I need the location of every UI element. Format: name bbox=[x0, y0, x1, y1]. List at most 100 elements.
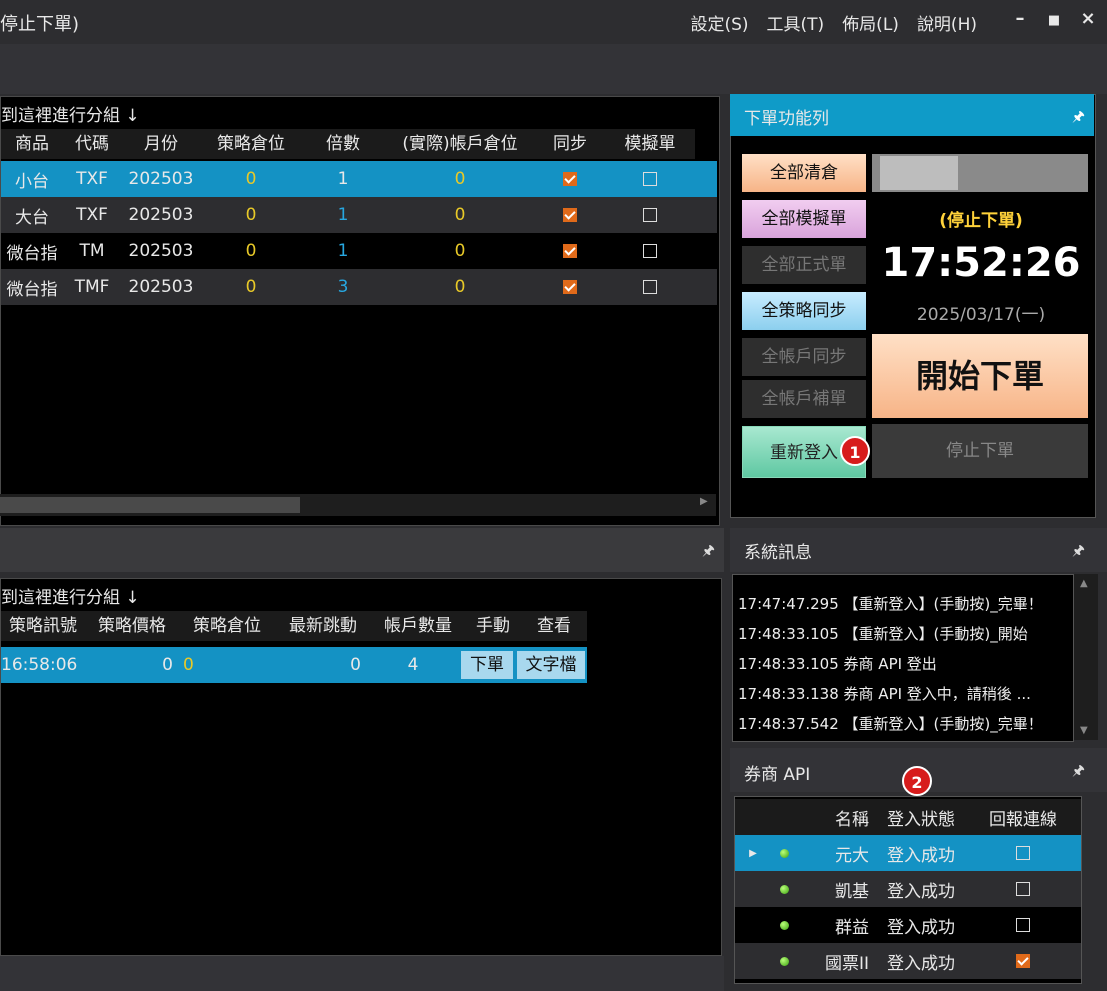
cell-product: 大台 bbox=[15, 207, 49, 228]
col-sync[interactable]: 同步 bbox=[535, 129, 605, 159]
col-name[interactable]: 名稱 bbox=[797, 805, 869, 830]
annotation-badge-1: 1 bbox=[840, 436, 870, 466]
broker-api-header-row: 名稱 登入狀態 回報連線 bbox=[735, 799, 1081, 835]
cell-report-connection bbox=[973, 879, 1073, 899]
menu-tools[interactable]: 工具(T) bbox=[767, 10, 825, 35]
report-connection-checkbox[interactable] bbox=[1016, 954, 1030, 968]
green-dot-icon bbox=[779, 957, 789, 966]
pin-icon[interactable]: 🖈 bbox=[702, 540, 715, 564]
scrollbar-thumb[interactable] bbox=[0, 497, 300, 513]
vertical-scrollbar[interactable]: ▲ ▼ bbox=[1074, 574, 1098, 740]
start-order-button[interactable]: 開始下單 bbox=[872, 334, 1088, 418]
col-position[interactable]: 策略倉位 bbox=[179, 611, 275, 641]
cell-account-position: 0 bbox=[454, 169, 466, 189]
simulation-checkbox[interactable] bbox=[643, 280, 657, 294]
cell-login-status: 登入成功 bbox=[887, 845, 955, 866]
cell-sync bbox=[535, 169, 605, 189]
minimize-icon[interactable]: – bbox=[1008, 8, 1032, 32]
cell-sync bbox=[535, 205, 605, 225]
sync-checkbox[interactable] bbox=[563, 280, 577, 294]
report-connection-checkbox[interactable] bbox=[1016, 882, 1030, 896]
cell-multiplier: 1 bbox=[337, 169, 349, 189]
order-status: (停止下單) bbox=[939, 211, 1023, 231]
col-manual[interactable]: 手動 bbox=[465, 611, 521, 641]
all-account-sync-button[interactable]: 全帳戶同步 bbox=[742, 338, 866, 376]
scroll-up-icon[interactable]: ▲ bbox=[1080, 578, 1088, 589]
col-simulation[interactable]: 模擬單 bbox=[605, 129, 695, 159]
menu-layout[interactable]: 佈局(L) bbox=[842, 10, 899, 35]
report-connection-checkbox[interactable] bbox=[1016, 918, 1030, 932]
col-account-qty[interactable]: 帳戶數量 bbox=[371, 611, 465, 641]
blurred-account-value bbox=[880, 156, 958, 190]
table-row[interactable]: 微台指 TM 202503 0 1 0 bbox=[1, 233, 717, 269]
col-month[interactable]: 月份 bbox=[121, 129, 201, 159]
all-strategy-sync-button[interactable]: 全策略同步 bbox=[742, 292, 866, 330]
log-line: 17:48:33.138 券商 API 登入中，請稍後 ... bbox=[738, 685, 1031, 703]
clock: 17:52:26 bbox=[881, 240, 1081, 286]
scroll-right-icon[interactable]: ▶ bbox=[700, 496, 708, 507]
table-row[interactable]: 國票II 登入成功 bbox=[735, 943, 1081, 979]
all-real-order-button[interactable]: 全部正式單 bbox=[742, 246, 866, 284]
system-messages-title: 系統訊息 bbox=[744, 543, 812, 563]
pin-icon[interactable]: 🖈 bbox=[1072, 540, 1085, 564]
broker-api-title: 券商 API bbox=[744, 765, 811, 785]
col-signal[interactable]: 策略訊號 bbox=[1, 611, 85, 641]
cell-account-position: 0 bbox=[454, 241, 466, 261]
table-row[interactable]: 小台 TXF 202503 0 1 0 bbox=[1, 161, 717, 197]
text-file-button[interactable]: 文字檔 bbox=[517, 651, 585, 679]
row-pointer-icon[interactable]: ▶ bbox=[735, 848, 771, 859]
menu-help[interactable]: 說明(H) bbox=[917, 10, 977, 35]
col-view[interactable]: 查看 bbox=[521, 611, 587, 641]
cell-sync bbox=[535, 277, 605, 297]
pin-icon[interactable]: 🖈 bbox=[1072, 760, 1085, 784]
table-row[interactable]: 16:58:06 0 0 0 4 下單 文字檔 bbox=[1, 647, 587, 683]
simulation-checkbox[interactable] bbox=[643, 244, 657, 258]
col-account-position[interactable]: (實際)帳戶倉位 bbox=[385, 129, 535, 159]
close-icon[interactable]: × bbox=[1076, 8, 1100, 32]
col-multiplier[interactable]: 倍數 bbox=[301, 129, 385, 159]
col-price[interactable]: 策略價格 bbox=[85, 611, 179, 641]
sync-checkbox[interactable] bbox=[563, 244, 577, 258]
stop-order-button[interactable]: 停止下單 bbox=[872, 424, 1088, 478]
col-report-connection[interactable]: 回報連線 bbox=[973, 805, 1073, 830]
sync-checkbox[interactable] bbox=[563, 208, 577, 222]
col-latest-tick[interactable]: 最新跳動 bbox=[275, 611, 371, 641]
close-all-button[interactable]: 全部清倉 bbox=[742, 154, 866, 192]
table-row[interactable]: 大台 TXF 202503 0 1 0 bbox=[1, 197, 717, 233]
simulation-checkbox[interactable] bbox=[643, 172, 657, 186]
system-messages-header: 系統訊息 🖈 bbox=[730, 528, 1107, 572]
signal-grid: 到這裡進行分組 ↓ 策略訊號 策略價格 策略倉位 最新跳動 帳戶數量 手動 查看… bbox=[0, 578, 722, 956]
cell-code: TMF bbox=[74, 277, 110, 297]
cell-multiplier: 1 bbox=[337, 241, 349, 261]
green-dot-icon bbox=[779, 885, 789, 894]
table-row[interactable]: 群益 登入成功 bbox=[735, 907, 1081, 943]
cell-broker-name: 群益 bbox=[835, 917, 869, 938]
scroll-down-icon[interactable]: ▼ bbox=[1080, 725, 1088, 736]
all-simulation-button[interactable]: 全部模擬單 bbox=[742, 200, 866, 238]
col-code[interactable]: 代碼 bbox=[63, 129, 121, 159]
report-connection-checkbox[interactable] bbox=[1016, 846, 1030, 860]
cell-simulation bbox=[605, 205, 695, 225]
table-row[interactable]: 微台指 TMF 202503 0 3 0 bbox=[1, 269, 717, 305]
simulation-checkbox[interactable] bbox=[643, 208, 657, 222]
status-cell bbox=[771, 915, 797, 935]
status-cell bbox=[771, 951, 797, 971]
group-by-hint: 到這裡進行分組 ↓ bbox=[1, 588, 140, 608]
menu-bar: 設定(S) 工具(T) 佈局(L) 說明(H) bbox=[690, 10, 977, 35]
col-product[interactable]: 商品 bbox=[1, 129, 63, 159]
place-order-button[interactable]: 下單 bbox=[461, 651, 513, 679]
col-strategy-position[interactable]: 策略倉位 bbox=[201, 129, 301, 159]
cell-position: 0 bbox=[183, 655, 194, 675]
maximize-icon[interactable]: ■ bbox=[1042, 8, 1066, 32]
sync-checkbox[interactable] bbox=[563, 172, 577, 186]
log-line: 17:47:47.295 【重新登入】(手動按)_完畢！ bbox=[738, 595, 1043, 613]
table-row[interactable]: 凱基 登入成功 bbox=[735, 871, 1081, 907]
pin-icon[interactable]: 🖈 bbox=[1072, 106, 1085, 130]
col-login-status[interactable]: 登入狀態 bbox=[869, 805, 973, 830]
all-account-fill-button[interactable]: 全帳戶補單 bbox=[742, 380, 866, 418]
menu-settings[interactable]: 設定(S) bbox=[690, 10, 748, 35]
table-row[interactable]: ▶ 元大 登入成功 bbox=[735, 835, 1081, 871]
cell-login-status: 登入成功 bbox=[887, 953, 955, 974]
cell-sync bbox=[535, 241, 605, 261]
signal-grid-header: 策略訊號 策略價格 策略倉位 最新跳動 帳戶數量 手動 查看 bbox=[1, 611, 587, 641]
